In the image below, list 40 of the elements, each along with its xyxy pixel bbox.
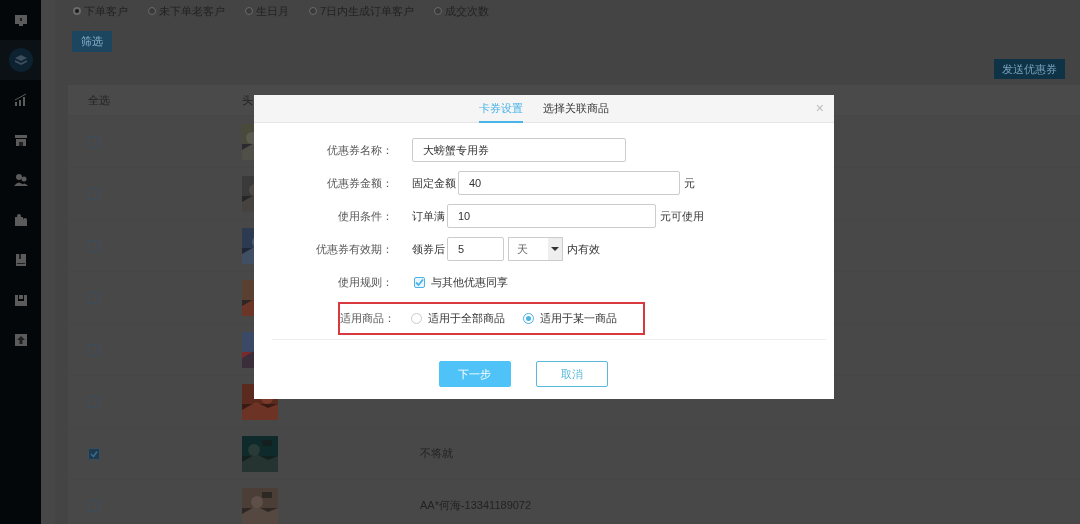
field-label: 使用规则： (337, 274, 393, 290)
checkbox[interactable] (414, 276, 425, 288)
upload-icon (12, 332, 29, 348)
field-label: 使用条件： (337, 208, 393, 224)
text-field[interactable]: 10 (447, 204, 656, 228)
dialog-tab[interactable]: 选择关联商品 (543, 95, 609, 121)
unit-select[interactable]: 天 (508, 237, 563, 261)
radio-button[interactable] (148, 7, 156, 15)
radio-label: 适用于某一商品 (540, 311, 617, 326)
filter-button[interactable]: 筛选 (72, 31, 112, 52)
layers-icon (12, 52, 29, 68)
field-text: 订单满 (412, 208, 445, 224)
radio-button[interactable] (245, 7, 253, 15)
puzzle-icon (12, 212, 29, 228)
checkbox-label: 与其他优惠同享 (431, 274, 508, 290)
field-text: 元 (684, 175, 695, 191)
field-text: 元可使用 (660, 208, 704, 224)
store-icon (12, 132, 29, 148)
field-text: 固定金额 (412, 175, 456, 191)
radio-button[interactable] (434, 7, 443, 15)
radio-button[interactable] (309, 7, 317, 15)
users-icon (12, 172, 29, 188)
field-label: 优惠券名称： (326, 142, 393, 158)
text-field[interactable]: 5 (447, 237, 504, 261)
checkbox[interactable] (88, 447, 100, 460)
field-text: 领券后 (412, 241, 445, 257)
radio-label: 适用于全部商品 (428, 311, 505, 326)
caret-icon (548, 238, 562, 260)
text-field[interactable]: 大螃蟹专用券 (412, 138, 626, 162)
radio-button[interactable] (73, 7, 81, 15)
field-label: 优惠券金额： (326, 175, 393, 191)
nav-item[interactable] (0, 40, 41, 80)
tray-icon (12, 292, 29, 308)
send-coupon-button[interactable]: 发送优惠券 (994, 59, 1065, 79)
text-field[interactable]: 40 (458, 171, 680, 195)
field-label: 优惠券有效期： (315, 241, 393, 257)
field-text: 内有效 (567, 241, 600, 257)
monitor-icon (12, 12, 29, 28)
field-label: 适用商品： (340, 311, 391, 326)
bar-chart-icon (12, 92, 29, 108)
